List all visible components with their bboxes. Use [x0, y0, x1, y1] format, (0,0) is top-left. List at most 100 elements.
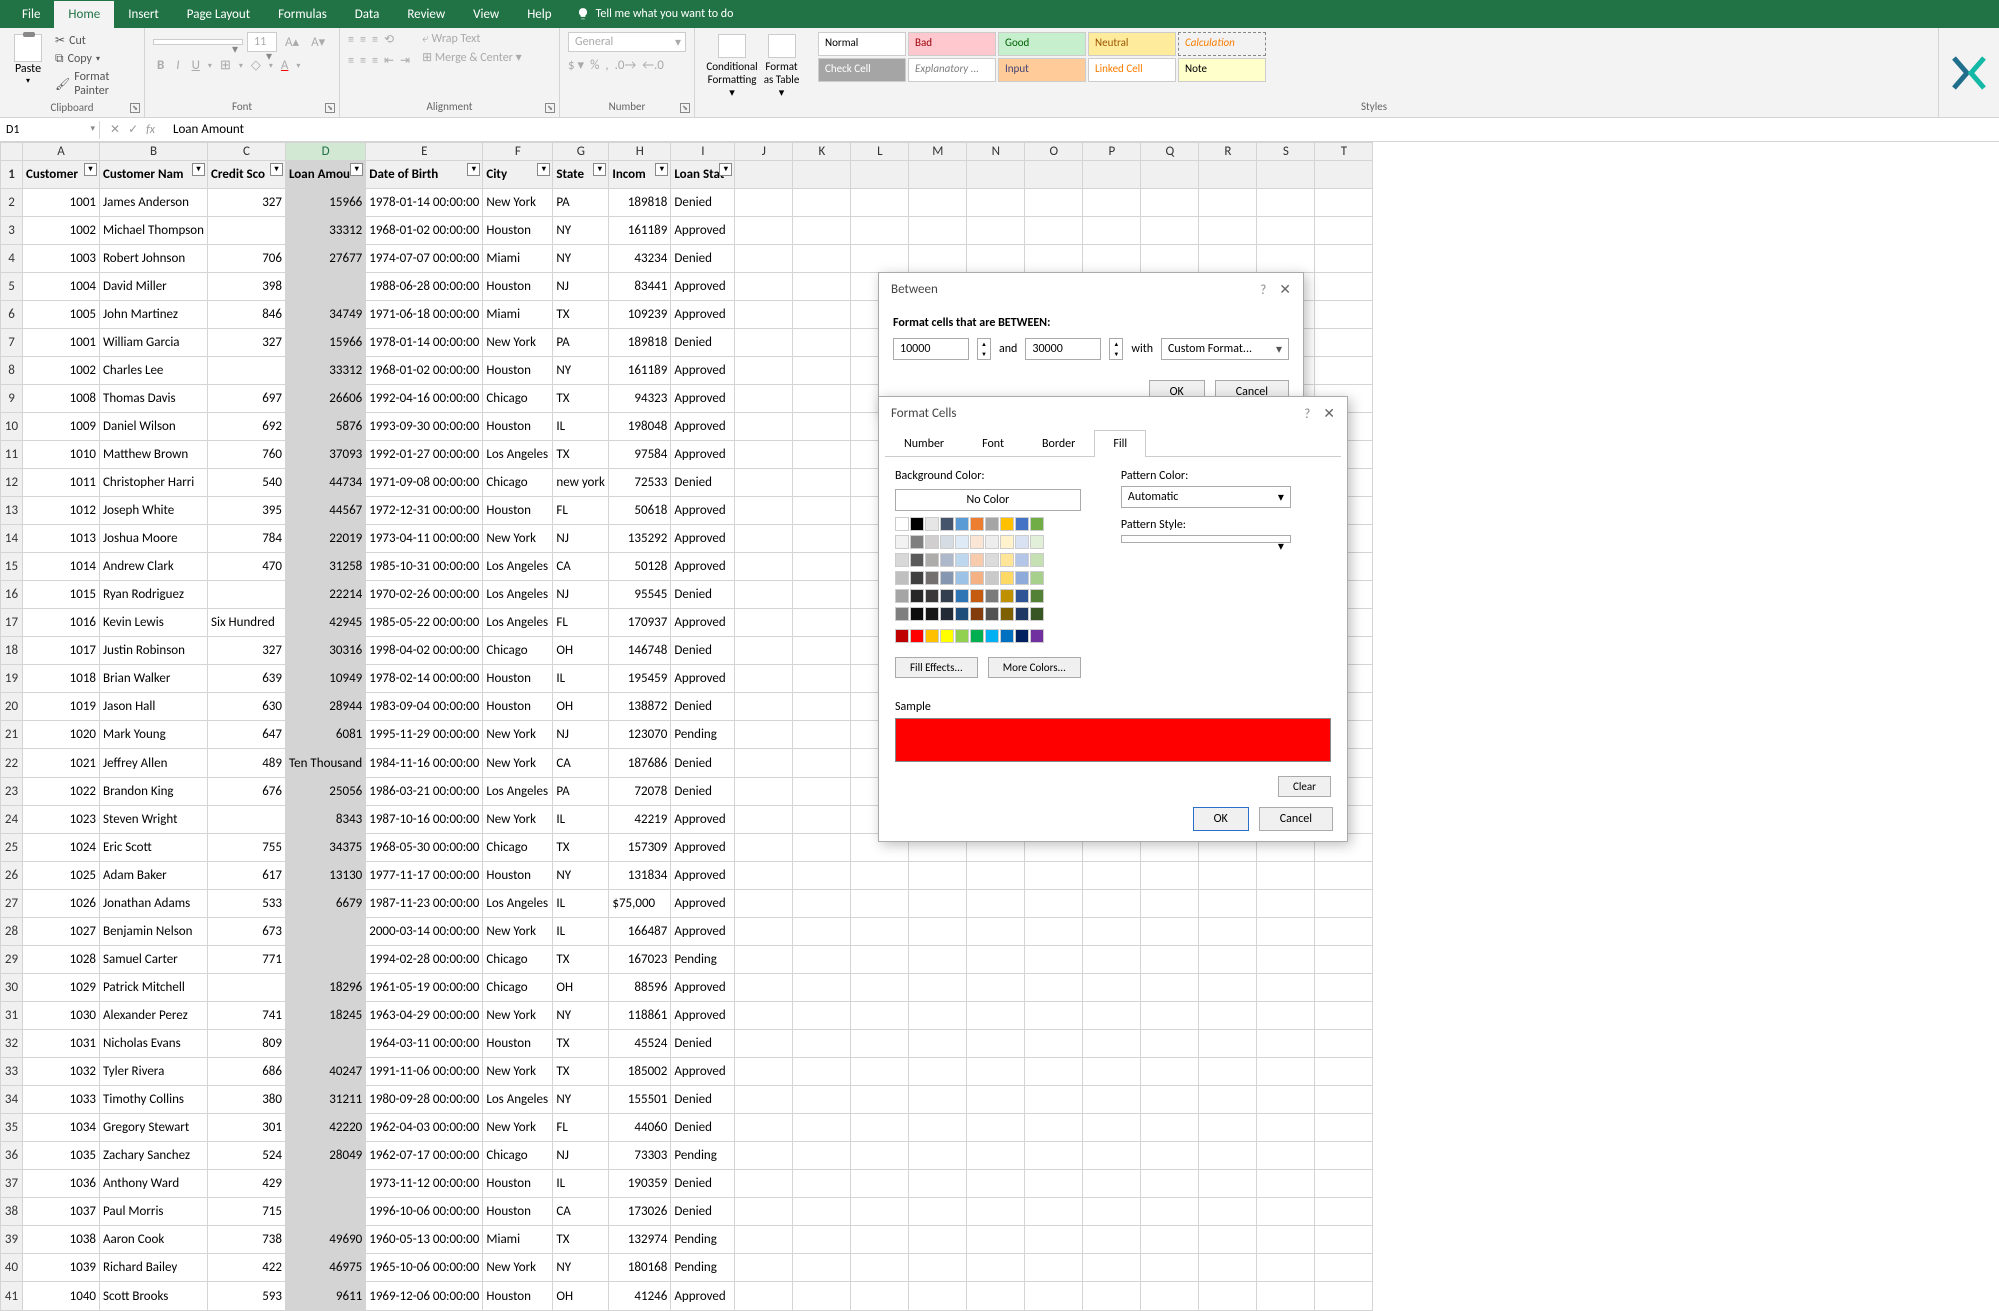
- color-swatch[interactable]: [1030, 535, 1044, 549]
- cell[interactable]: David Miller: [100, 272, 208, 300]
- color-swatch[interactable]: [970, 589, 984, 603]
- cell[interactable]: Approved: [671, 609, 735, 637]
- alignment-dialog-launcher[interactable]: ⬊: [545, 103, 555, 113]
- table-header-cell[interactable]: State▾: [553, 160, 609, 188]
- cell[interactable]: 1019: [23, 693, 100, 721]
- cell[interactable]: 44567: [286, 497, 366, 525]
- color-swatch[interactable]: [910, 629, 924, 643]
- clear-button[interactable]: Clear: [1278, 776, 1331, 797]
- cell[interactable]: 327: [208, 637, 286, 665]
- row-header[interactable]: 8: [1, 356, 23, 384]
- cell[interactable]: 1968-01-02 00:00:00: [366, 356, 483, 384]
- cell[interactable]: 33312: [286, 216, 366, 244]
- font-family-select[interactable]: [153, 39, 243, 45]
- table-header-cell[interactable]: Customer Nam▾: [100, 160, 208, 188]
- cell[interactable]: 166487: [609, 917, 671, 945]
- color-swatch[interactable]: [940, 571, 954, 585]
- cell[interactable]: 1988-06-28 00:00:00: [366, 272, 483, 300]
- format-painter-button[interactable]: 🖌Format Painter: [52, 69, 136, 99]
- cell[interactable]: NY: [553, 356, 609, 384]
- ribbon-tab-insert[interactable]: Insert: [114, 1, 173, 28]
- cell[interactable]: 489: [208, 749, 286, 777]
- row-header[interactable]: 3: [1, 216, 23, 244]
- cell[interactable]: 846: [208, 300, 286, 328]
- font-size-select[interactable]: 11: [247, 32, 277, 52]
- between-close-button[interactable]: ✕: [1279, 281, 1291, 298]
- cell[interactable]: 398: [208, 272, 286, 300]
- currency-button[interactable]: $ ▾: [568, 58, 584, 73]
- cell[interactable]: Michael Thompson: [100, 216, 208, 244]
- cell[interactable]: Timothy Collins: [100, 1086, 208, 1114]
- cell[interactable]: New York: [483, 1058, 553, 1086]
- color-swatch[interactable]: [910, 535, 924, 549]
- cell[interactable]: 190359: [609, 1170, 671, 1198]
- cell-styles-gallery[interactable]: NormalBadGoodNeutralCalculationCheck Cel…: [818, 32, 1930, 82]
- cell[interactable]: Charles Lee: [100, 356, 208, 384]
- cell[interactable]: Houston: [483, 1282, 553, 1311]
- cell[interactable]: 37093: [286, 440, 366, 468]
- cell[interactable]: NY: [553, 1086, 609, 1114]
- cell[interactable]: 1020: [23, 721, 100, 749]
- between-value1-input[interactable]: 10000: [893, 338, 969, 360]
- format-ok-button[interactable]: OK: [1193, 807, 1249, 831]
- cancel-formula-icon[interactable]: ✕: [110, 122, 120, 137]
- row-header[interactable]: 41: [1, 1282, 23, 1311]
- cell[interactable]: Approved: [671, 805, 735, 833]
- color-swatch[interactable]: [1030, 517, 1044, 531]
- cell[interactable]: 189818: [609, 188, 671, 216]
- cell[interactable]: 1011: [23, 469, 100, 497]
- cell[interactable]: New York: [483, 1001, 553, 1029]
- cell[interactable]: 1004: [23, 272, 100, 300]
- cell[interactable]: 6081: [286, 721, 366, 749]
- cell[interactable]: 131834: [609, 861, 671, 889]
- cell[interactable]: Los Angeles: [483, 440, 553, 468]
- cell[interactable]: Christopher Harri: [100, 469, 208, 497]
- cell[interactable]: Scott Brooks: [100, 1282, 208, 1311]
- cell[interactable]: 15966: [286, 188, 366, 216]
- row-header[interactable]: 33: [1, 1058, 23, 1086]
- cell[interactable]: Houston: [483, 861, 553, 889]
- cell[interactable]: Denied: [671, 244, 735, 272]
- cell-style-linkedcell[interactable]: Linked Cell: [1088, 58, 1176, 82]
- cell-style-calculation[interactable]: Calculation: [1178, 32, 1266, 56]
- cell[interactable]: 46975: [286, 1254, 366, 1282]
- color-swatch[interactable]: [925, 589, 939, 603]
- cell[interactable]: 109239: [609, 300, 671, 328]
- color-swatch[interactable]: [1015, 589, 1029, 603]
- cell[interactable]: Robert Johnson: [100, 244, 208, 272]
- cell[interactable]: FL: [553, 609, 609, 637]
- color-swatch[interactable]: [925, 629, 939, 643]
- cell[interactable]: 1968-01-02 00:00:00: [366, 216, 483, 244]
- cell[interactable]: Denied: [671, 328, 735, 356]
- cell[interactable]: Chicago: [483, 1142, 553, 1170]
- cell[interactable]: Approved: [671, 384, 735, 412]
- ribbon-tab-home[interactable]: Home: [54, 1, 114, 28]
- cell[interactable]: Tyler Rivera: [100, 1058, 208, 1086]
- cell[interactable]: [208, 216, 286, 244]
- filter-icon[interactable]: ▾: [537, 163, 550, 176]
- cell[interactable]: 18245: [286, 1001, 366, 1029]
- cell[interactable]: 380: [208, 1086, 286, 1114]
- cell[interactable]: Approved: [671, 1282, 735, 1311]
- cell[interactable]: James Anderson: [100, 188, 208, 216]
- cell[interactable]: IL: [553, 917, 609, 945]
- pattern-color-select[interactable]: Automatic: [1121, 486, 1291, 508]
- cell[interactable]: 1026: [23, 889, 100, 917]
- cell[interactable]: 95545: [609, 581, 671, 609]
- cell[interactable]: Approved: [671, 973, 735, 1001]
- cell[interactable]: 22019: [286, 525, 366, 553]
- cell[interactable]: Chicago: [483, 469, 553, 497]
- cell[interactable]: 10949: [286, 665, 366, 693]
- column-header-B[interactable]: B: [100, 143, 208, 161]
- cell[interactable]: 809: [208, 1029, 286, 1057]
- cell[interactable]: Ten Thousand: [286, 749, 366, 777]
- cell[interactable]: Approved: [671, 917, 735, 945]
- row-header[interactable]: 22: [1, 749, 23, 777]
- cell[interactable]: 673: [208, 917, 286, 945]
- cell[interactable]: 470: [208, 553, 286, 581]
- cell[interactable]: 195459: [609, 665, 671, 693]
- cell[interactable]: Denied: [671, 693, 735, 721]
- cell-style-input[interactable]: Input: [998, 58, 1086, 82]
- cell[interactable]: Patrick Mitchell: [100, 973, 208, 1001]
- cell[interactable]: Denied: [671, 1029, 735, 1057]
